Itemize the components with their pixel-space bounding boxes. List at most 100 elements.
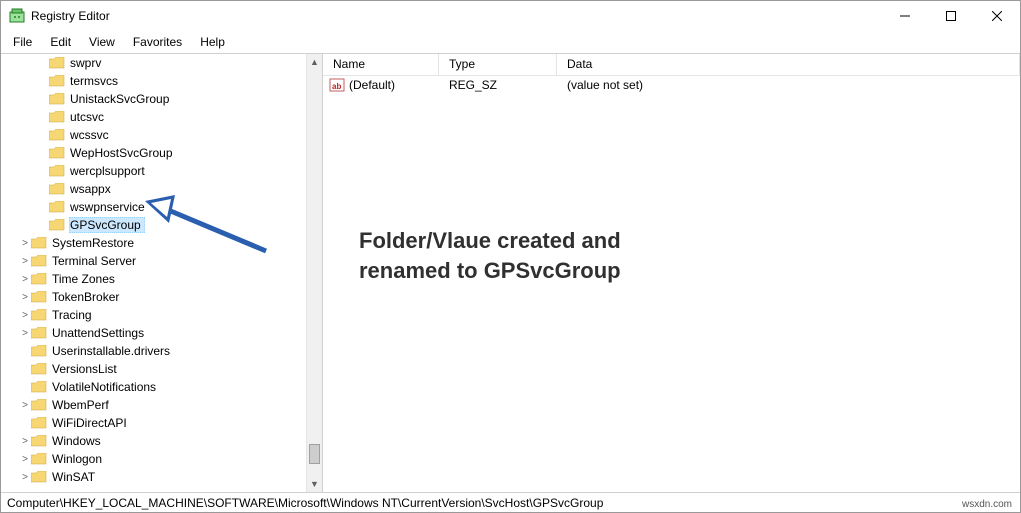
value-row[interactable]: ab (Default) REG_SZ (value not set) xyxy=(323,76,1020,94)
watermark: wsxdn.com xyxy=(960,499,1014,510)
chevron-right-icon[interactable]: > xyxy=(19,274,31,285)
tree-item-label: utcsvc xyxy=(69,109,108,125)
chevron-right-icon[interactable]: > xyxy=(19,436,31,447)
tree-item-label: Userinstallable.drivers xyxy=(51,343,174,359)
menu-view[interactable]: View xyxy=(81,33,123,51)
chevron-right-icon[interactable]: > xyxy=(19,400,31,411)
menu-favorites[interactable]: Favorites xyxy=(125,33,190,51)
tree-item-label: wsappx xyxy=(69,181,115,197)
tree-item-label: Time Zones xyxy=(51,271,119,287)
tree-item[interactable]: >TokenBroker xyxy=(1,288,306,306)
tree-item-label: termsvcs xyxy=(69,73,122,89)
folder-icon xyxy=(31,453,47,465)
tree-item[interactable]: GPSvcGroup xyxy=(1,216,306,234)
tree-item[interactable]: > UnattendSettings xyxy=(1,324,306,342)
tree-item-label: VolatileNotifications xyxy=(51,379,160,395)
chevron-right-icon[interactable]: > xyxy=(19,292,31,303)
chevron-right-icon[interactable]: > xyxy=(19,310,31,321)
folder-icon xyxy=(31,381,47,393)
tree-item[interactable]: wsappx xyxy=(1,180,306,198)
value-name: (Default) xyxy=(349,78,439,92)
tree-item-label: wcssvc xyxy=(69,127,113,143)
tree-item[interactable]: > Winlogon xyxy=(1,450,306,468)
values-list[interactable]: ab (Default) REG_SZ (value not set) xyxy=(323,76,1020,492)
menu-file[interactable]: File xyxy=(5,33,40,51)
svg-text:ab: ab xyxy=(332,82,341,91)
chevron-right-icon[interactable]: > xyxy=(19,454,31,465)
chevron-right-icon[interactable]: > xyxy=(19,472,31,483)
close-button[interactable] xyxy=(974,1,1020,31)
tree-vscrollbar[interactable]: ▲ ▼ xyxy=(306,54,322,492)
folder-icon xyxy=(49,183,65,195)
folder-icon xyxy=(31,363,47,375)
status-path: Computer\HKEY_LOCAL_MACHINE\SOFTWARE\Mic… xyxy=(7,496,603,510)
tree-item-label: WiFiDirectAPI xyxy=(51,415,131,431)
menu-help[interactable]: Help xyxy=(192,33,233,51)
folder-icon xyxy=(31,345,47,357)
tree-item[interactable]: wswpnservice xyxy=(1,198,306,216)
folder-icon xyxy=(49,201,65,213)
value-data: (value not set) xyxy=(557,78,1020,92)
tree-item-label: UnattendSettings xyxy=(51,325,148,341)
maximize-button[interactable] xyxy=(928,1,974,31)
window-title: Registry Editor xyxy=(31,9,882,23)
tree-item-label: WepHostSvcGroup xyxy=(69,145,177,161)
folder-icon xyxy=(31,417,47,429)
folder-icon xyxy=(31,255,47,267)
titlebar: Registry Editor xyxy=(1,1,1020,31)
folder-icon xyxy=(49,147,65,159)
tree-item[interactable]: >Windows xyxy=(1,432,306,450)
folder-icon xyxy=(31,273,47,285)
tree-item[interactable]: WiFiDirectAPI xyxy=(1,414,306,432)
tree-item-label: WinSAT xyxy=(51,469,99,485)
chevron-right-icon[interactable]: > xyxy=(19,256,31,267)
tree-item[interactable]: wcssvc xyxy=(1,126,306,144)
folder-icon xyxy=(49,75,65,87)
tree-item[interactable]: > SystemRestore xyxy=(1,234,306,252)
tree-item[interactable]: > Time Zones xyxy=(1,270,306,288)
value-type: REG_SZ xyxy=(439,78,557,92)
chevron-right-icon[interactable]: > xyxy=(19,328,31,339)
tree-item[interactable]: > WinSAT xyxy=(1,468,306,486)
tree-item[interactable]: > WbemPerf xyxy=(1,396,306,414)
chevron-right-icon[interactable]: > xyxy=(19,238,31,249)
folder-icon xyxy=(31,435,47,447)
values-header: Name Type Data xyxy=(323,54,1020,76)
tree-item-label: SystemRestore xyxy=(51,235,138,251)
folder-icon xyxy=(31,399,47,411)
folder-icon xyxy=(31,237,47,249)
tree-item[interactable]: WepHostSvcGroup xyxy=(1,144,306,162)
tree-view[interactable]: swprvtermsvcsUnistackSvcGrouputcsvc wcssv… xyxy=(1,54,306,492)
tree-item-label: GPSvcGroup xyxy=(69,217,145,233)
folder-icon xyxy=(49,57,65,69)
tree-item-label: WbemPerf xyxy=(51,397,113,413)
tree-item[interactable]: >Terminal Server xyxy=(1,252,306,270)
tree-item[interactable]: swprv xyxy=(1,54,306,72)
folder-icon xyxy=(31,327,47,339)
statusbar: Computer\HKEY_LOCAL_MACHINE\SOFTWARE\Mic… xyxy=(1,492,1020,512)
col-header-name[interactable]: Name xyxy=(323,54,439,75)
tree-item[interactable]: termsvcs xyxy=(1,72,306,90)
col-header-data[interactable]: Data xyxy=(557,54,1020,75)
menu-edit[interactable]: Edit xyxy=(42,33,79,51)
tree-item[interactable]: Userinstallable.drivers xyxy=(1,342,306,360)
app-icon xyxy=(9,8,25,24)
tree-item[interactable]: VolatileNotifications xyxy=(1,378,306,396)
folder-icon xyxy=(49,111,65,123)
scroll-down-icon[interactable]: ▼ xyxy=(307,476,322,492)
folder-icon xyxy=(49,165,65,177)
tree-item[interactable]: UnistackSvcGroup xyxy=(1,90,306,108)
tree-panel: swprvtermsvcsUnistackSvcGrouputcsvc wcssv… xyxy=(1,54,323,492)
tree-item[interactable]: wercplsupport xyxy=(1,162,306,180)
tree-item[interactable]: VersionsList xyxy=(1,360,306,378)
scroll-thumb[interactable] xyxy=(309,444,320,464)
tree-item[interactable]: >Tracing xyxy=(1,306,306,324)
body-area: swprvtermsvcsUnistackSvcGrouputcsvc wcssv… xyxy=(1,53,1020,492)
folder-icon xyxy=(31,291,47,303)
minimize-button[interactable] xyxy=(882,1,928,31)
col-header-type[interactable]: Type xyxy=(439,54,557,75)
scroll-up-icon[interactable]: ▲ xyxy=(307,54,322,70)
tree-item[interactable]: utcsvc xyxy=(1,108,306,126)
scroll-track[interactable] xyxy=(307,70,322,476)
tree-item-label: Winlogon xyxy=(51,451,106,467)
